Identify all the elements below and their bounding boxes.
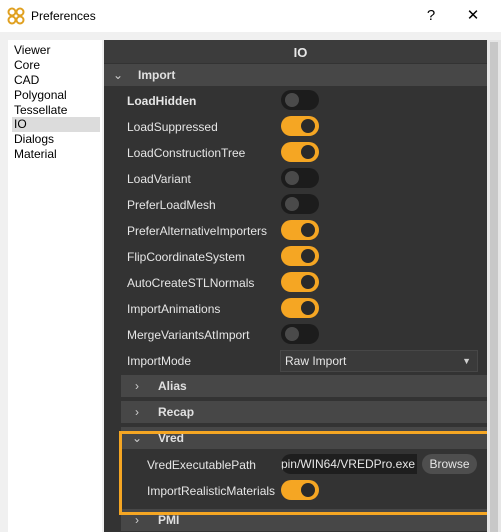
loadsuppressed-toggle[interactable]	[281, 116, 319, 136]
sidebar-item-core[interactable]: Core	[14, 58, 40, 73]
sidebar-item-cad[interactable]: CAD	[14, 73, 39, 88]
mergevariantsatimport-toggle[interactable]	[281, 324, 319, 344]
chevron-right-icon: ›	[135, 513, 139, 527]
chevron-right-icon: ›	[135, 379, 139, 393]
loadconstructiontree-toggle[interactable]	[281, 142, 319, 162]
chevron-down-icon: ⌄	[112, 68, 124, 82]
importmode-select[interactable]: Raw Import ▼	[280, 350, 478, 372]
loadvariant-label: LoadVariant	[127, 172, 191, 186]
dropdown-arrow-icon: ▼	[462, 356, 471, 366]
app-logo-icon	[7, 7, 25, 25]
vredexecutablepath-label: VredExecutablePath	[147, 458, 256, 472]
vred-section-label: Vred	[158, 431, 185, 445]
sidebar-item-tessellate[interactable]: Tessellate	[14, 103, 67, 118]
alias-section-header[interactable]: › Alias	[121, 375, 487, 397]
chevron-right-icon: ›	[135, 405, 139, 419]
pmi-section-header[interactable]: › PMI	[121, 509, 487, 531]
preferloadmesh-label: PreferLoadMesh	[127, 198, 216, 212]
recap-section-header[interactable]: › Recap	[121, 401, 487, 423]
scrollbar-thumb[interactable]	[490, 42, 498, 532]
importmode-value: Raw Import	[285, 354, 347, 368]
loadhidden-toggle[interactable]	[281, 90, 319, 110]
importmode-label: ImportMode	[127, 354, 192, 368]
loadhidden-label: LoadHidden	[127, 94, 197, 108]
loadconstructiontree-label: LoadConstructionTree	[127, 146, 246, 160]
alias-section-label: Alias	[158, 379, 187, 393]
import-section-label: Import	[138, 68, 176, 82]
browse-button[interactable]: Browse	[422, 454, 477, 474]
scrollbar[interactable]	[487, 40, 501, 532]
sidebar-item-material[interactable]: Material	[14, 147, 57, 162]
title-bar: Preferences ? ✕	[0, 0, 501, 32]
import-section-header[interactable]: ⌄ Import	[104, 64, 497, 86]
help-button[interactable]: ?	[411, 0, 451, 32]
loadsuppressed-label: LoadSuppressed	[127, 120, 218, 134]
preferalternativeimporters-toggle[interactable]	[281, 220, 319, 240]
pmi-section-label: PMI	[158, 513, 180, 527]
panel-title: IO	[104, 40, 497, 63]
window-title: Preferences	[31, 9, 96, 23]
importanimations-label: ImportAnimations	[127, 302, 221, 316]
category-list: Viewer Core CAD Polygonal Tessellate IO …	[8, 40, 102, 532]
importanimations-toggle[interactable]	[281, 298, 319, 318]
preferloadmesh-toggle[interactable]	[281, 194, 319, 214]
vred-path-value: pin/WIN64/VREDPro.exe	[281, 457, 415, 471]
importrealisticmaterials-label: ImportRealisticMaterials	[147, 484, 276, 498]
sidebar-item-viewer[interactable]: Viewer	[14, 43, 50, 58]
loadvariant-toggle[interactable]	[281, 168, 319, 188]
preferalternativeimporters-label: PreferAlternativeImporters	[127, 224, 268, 238]
flipcoordinatesystem-label: FlipCoordinateSystem	[127, 250, 246, 264]
vred-path-field[interactable]: pin/WIN64/VREDPro.exe	[281, 454, 417, 474]
autocreatestlnormals-toggle[interactable]	[281, 272, 319, 292]
close-button[interactable]: ✕	[453, 0, 493, 32]
sidebar-item-dialogs[interactable]: Dialogs	[14, 132, 54, 147]
importrealisticmaterials-toggle[interactable]	[281, 480, 319, 500]
sidebar-item-polygonal[interactable]: Polygonal	[14, 88, 67, 103]
recap-section-label: Recap	[158, 405, 195, 419]
sidebar-item-io[interactable]: IO	[14, 117, 27, 132]
chevron-down-icon: ⌄	[131, 431, 143, 445]
flipcoordinatesystem-toggle[interactable]	[281, 246, 319, 266]
autocreatestlnormals-label: AutoCreateSTLNormals	[127, 276, 255, 290]
mergevariantsatimport-label: MergeVariantsAtImport	[127, 328, 250, 342]
vred-section-header[interactable]: ⌄ Vred	[121, 427, 487, 449]
